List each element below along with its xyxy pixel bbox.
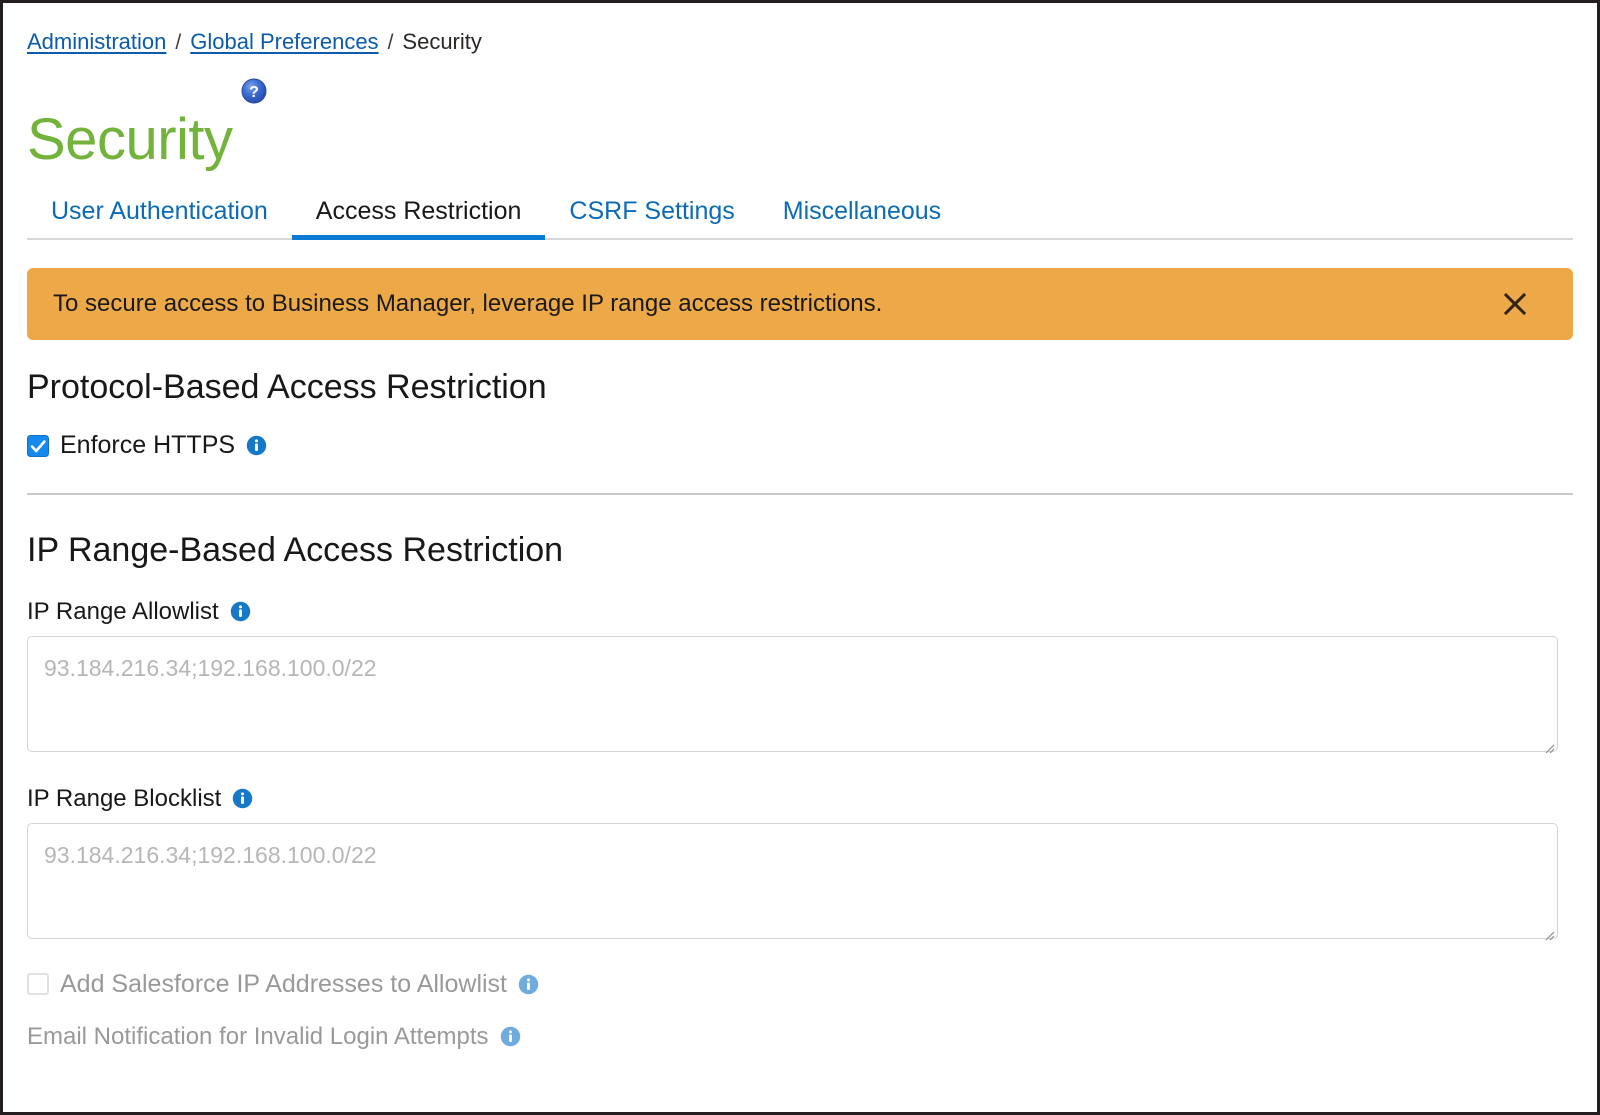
ip-allowlist-field bbox=[27, 635, 1558, 757]
tab-access-restriction[interactable]: Access Restriction bbox=[291, 199, 546, 240]
breadcrumb-separator: / bbox=[387, 30, 394, 54]
info-circle-icon[interactable] bbox=[232, 788, 253, 809]
close-icon[interactable] bbox=[1501, 290, 1529, 318]
breadcrumb-current-security: Security bbox=[402, 29, 482, 54]
bottom-fade-overlay bbox=[3, 1060, 1597, 1112]
info-banner: To secure access to Business Manager, le… bbox=[27, 268, 1573, 340]
ip-blocklist-input[interactable] bbox=[27, 822, 1558, 939]
email-notification-label: Email Notification for Invalid Login Att… bbox=[27, 1022, 489, 1050]
breadcrumb-separator: / bbox=[175, 30, 182, 54]
tab-miscellaneous[interactable]: Miscellaneous bbox=[759, 199, 965, 240]
info-banner-message: To secure access to Business Manager, le… bbox=[53, 289, 883, 317]
tab-user-authentication[interactable]: User Authentication bbox=[27, 199, 292, 240]
info-circle-icon[interactable] bbox=[518, 974, 539, 995]
info-circle-icon[interactable] bbox=[230, 601, 251, 622]
ip-blocklist-field bbox=[27, 822, 1558, 944]
info-circle-icon[interactable] bbox=[246, 435, 267, 456]
settings-tabs: User Authentication Access Restriction C… bbox=[27, 178, 1573, 240]
tab-csrf-settings[interactable]: CSRF Settings bbox=[545, 199, 758, 240]
add-salesforce-ips-label: Add Salesforce IP Addresses to Allowlist bbox=[60, 969, 507, 998]
page-header: Security ? bbox=[27, 69, 1573, 171]
breadcrumb-link-global-preferences[interactable]: Global Preferences bbox=[190, 31, 378, 53]
enforce-https-checkbox[interactable] bbox=[27, 434, 49, 457]
page-title: Security bbox=[27, 106, 233, 172]
section-divider bbox=[27, 493, 1573, 496]
add-salesforce-ips-row: Add Salesforce IP Addresses to Allowlist bbox=[27, 969, 1573, 998]
help-question-icon[interactable]: ? bbox=[241, 78, 267, 104]
ip-range-section-heading: IP Range-Based Access Restriction bbox=[27, 531, 564, 570]
browser-screenshot: Administration / Global Preferences / Se… bbox=[0, 0, 1600, 1115]
security-settings-page: Administration / Global Preferences / Se… bbox=[3, 3, 1597, 1112]
add-salesforce-ips-checkbox[interactable] bbox=[27, 973, 49, 996]
breadcrumb: Administration / Global Preferences / Se… bbox=[27, 3, 1573, 53]
ip-allowlist-input[interactable] bbox=[27, 635, 1558, 752]
enforce-https-label: Enforce HTTPS bbox=[60, 431, 236, 460]
email-notification-row: Email Notification for Invalid Login Att… bbox=[27, 1022, 1573, 1050]
ip-allowlist-label: IP Range Allowlist bbox=[27, 597, 219, 625]
ip-allowlist-label-row: IP Range Allowlist bbox=[27, 597, 1573, 625]
info-circle-icon[interactable] bbox=[500, 1026, 521, 1047]
breadcrumb-link-administration[interactable]: Administration bbox=[27, 31, 166, 53]
ip-blocklist-label: IP Range Blocklist bbox=[27, 784, 222, 812]
svg-text:?: ? bbox=[249, 84, 259, 101]
ip-blocklist-label-row: IP Range Blocklist bbox=[27, 784, 1573, 812]
enforce-https-row: Enforce HTTPS bbox=[27, 433, 1573, 458]
protocol-section-heading: Protocol-Based Access Restriction bbox=[27, 368, 547, 406]
